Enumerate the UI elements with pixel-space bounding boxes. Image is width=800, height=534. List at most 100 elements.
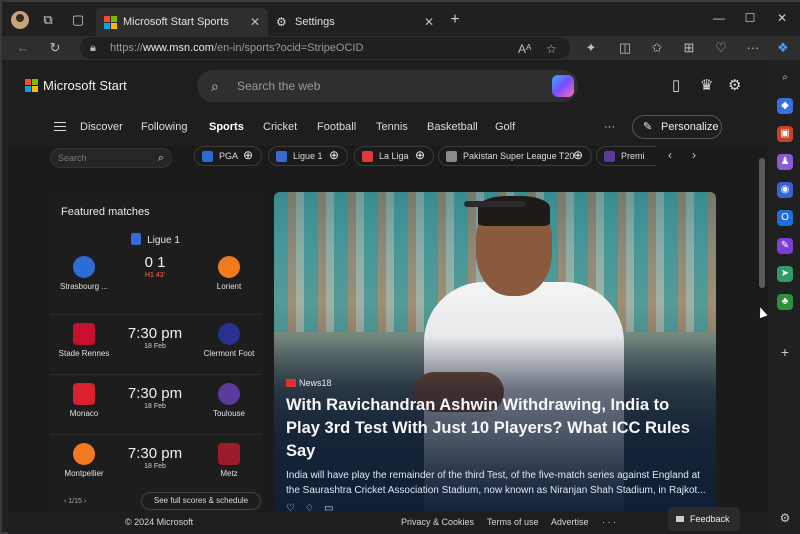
tools-icon[interactable]: ▣ <box>777 126 793 142</box>
read-aloud-icon[interactable]: Aᴬ <box>518 38 531 60</box>
tree-icon[interactable]: ♣ <box>777 294 793 310</box>
more-menu-icon[interactable]: ··· <box>744 40 762 55</box>
like-icon[interactable]: ♡ <box>286 503 305 512</box>
terms-link[interactable]: Terms of use <box>487 517 539 527</box>
chip-label: Premi <box>621 151 645 161</box>
advertise-link[interactable]: Advertise <box>551 517 589 527</box>
nav-golf[interactable]: Golf <box>495 121 515 133</box>
browser-essentials-icon[interactable]: ♡ <box>712 40 730 56</box>
away-team[interactable]: Lorient <box>194 256 264 291</box>
back-icon[interactable]: ← <box>14 40 32 55</box>
scrollbar-thumb[interactable] <box>759 158 765 288</box>
close-tab-icon[interactable]: ✕ <box>250 15 260 29</box>
profile-avatar[interactable] <box>11 11 29 29</box>
away-team[interactable]: Metz <box>194 443 264 478</box>
search-icon[interactable]: ⌕ <box>777 70 793 86</box>
footer-more[interactable]: · · · <box>602 517 616 527</box>
nav-discover[interactable]: Discover <box>80 121 123 133</box>
favorite-star-icon[interactable]: ☆ <box>546 38 557 60</box>
tab-microsoft-start-sports[interactable]: Microsoft Start Sports ✕ <box>96 8 268 36</box>
address-bar[interactable]: 🔒︎ https://www.msn.com/en-in/sports?ocid… <box>80 37 570 59</box>
minimize-icon[interactable]: — <box>711 11 727 25</box>
matches-pager[interactable]: ‹ 1/15 › <box>64 498 86 505</box>
privacy-link[interactable]: Privacy & Cookies <box>401 517 474 527</box>
outlook-icon[interactable]: O <box>777 210 793 226</box>
follow-plus-icon[interactable]: ⊕ <box>573 146 587 162</box>
away-team-name: Clermont Foot <box>203 349 255 358</box>
home-team[interactable]: Strasbourg ... <box>49 256 119 291</box>
copilot-search-icon[interactable] <box>552 75 574 97</box>
tab-settings[interactable]: ⚙ Settings ✕ <box>268 8 442 36</box>
follow-plus-icon[interactable]: ⊕ <box>415 146 429 162</box>
lock-icon[interactable]: 🔒︎ <box>90 37 96 59</box>
see-all-scores-button[interactable]: See full scores & schedule <box>141 492 261 510</box>
away-team[interactable]: Clermont Foot <box>194 323 264 358</box>
follow-plus-icon[interactable]: ⊕ <box>243 146 257 162</box>
nav-following[interactable]: Following <box>141 121 187 133</box>
designer-icon[interactable]: ✎ <box>777 238 793 254</box>
nav-sports[interactable]: Sports <box>209 121 244 133</box>
story-headline[interactable]: With Ravichandran Ashwin Withdrawing, In… <box>286 394 706 463</box>
split-screen-icon[interactable]: ◫ <box>616 40 634 56</box>
hero-story-card[interactable]: News18 With Ravichandran Ashwin Withdraw… <box>274 192 716 512</box>
dislike-icon[interactable]: ♢ <box>305 503 324 512</box>
web-search-box[interactable]: ⌕ Search the web <box>197 70 578 102</box>
personalize-button[interactable]: ✎ Personalize <box>632 115 722 139</box>
pga-logo-icon <box>202 151 213 162</box>
new-tab-icon[interactable]: + <box>447 12 463 28</box>
league-search-input[interactable]: Search ⌕ <box>50 148 172 168</box>
send-icon[interactable]: ➤ <box>777 266 793 282</box>
add-sidebar-app-icon[interactable]: + <box>777 344 793 360</box>
nav-basketball[interactable]: Basketball <box>427 121 478 133</box>
chips-next-chevron-icon[interactable]: › <box>692 148 696 162</box>
copilot-icon[interactable]: ❖ <box>774 40 792 56</box>
league-header[interactable]: Ligue 1 <box>49 233 262 246</box>
feedback-button[interactable]: Feedback <box>668 507 740 531</box>
vertical-tabs-icon[interactable]: ▢ <box>70 12 86 28</box>
microsoft-logo-icon[interactable] <box>25 79 38 92</box>
follow-plus-icon[interactable]: ⊕ <box>329 146 343 162</box>
chip-la-liga[interactable]: La Liga ⊕ <box>354 146 434 166</box>
page-settings-gear-icon[interactable]: ⚙ <box>728 76 741 94</box>
mobile-app-icon[interactable]: ▯ <box>672 76 680 94</box>
window-close-icon[interactable]: ✕ <box>774 11 790 25</box>
match-row[interactable]: Montpellier 7:30 pm 18 Feb Metz <box>49 434 262 492</box>
chip-psl[interactable]: Pakistan Super League T20 ⊕ <box>438 146 592 166</box>
extensions-icon[interactable]: ✦ <box>582 40 600 56</box>
brand-name[interactable]: Microsoft Start <box>43 78 127 93</box>
workspaces-icon[interactable]: ⧉ <box>40 12 56 28</box>
pager-next-icon[interactable]: › <box>84 498 86 505</box>
away-team[interactable]: Toulouse <box>194 383 264 418</box>
nav-more[interactable]: ··· <box>604 121 615 133</box>
chip-ligue-1[interactable]: Ligue 1 ⊕ <box>268 146 348 166</box>
chips-prev-chevron-icon[interactable]: ‹ <box>668 148 672 162</box>
shopping-icon[interactable]: ◆ <box>777 98 793 114</box>
home-team[interactable]: Monaco <box>49 383 119 418</box>
sidebar-settings-icon[interactable]: ⚙ <box>777 510 793 526</box>
match-row[interactable]: Strasbourg ... 0 1 H1 43' Lorient <box>49 254 262 312</box>
carousel-indicator[interactable] <box>464 201 526 207</box>
match-row[interactable]: Monaco 7:30 pm 18 Feb Toulouse <box>49 374 262 432</box>
games-icon[interactable]: ♟ <box>777 154 793 170</box>
home-team[interactable]: Stade Rennes <box>49 323 119 358</box>
rewards-trophy-icon[interactable]: ♛ <box>700 76 713 94</box>
story-source[interactable]: News18 <box>286 378 332 388</box>
maximize-icon[interactable]: ☐ <box>742 11 758 25</box>
chip-premier-league[interactable]: Premi <box>596 146 656 166</box>
hamburger-menu-icon[interactable] <box>54 122 66 131</box>
match-row[interactable]: Stade Rennes 7:30 pm 18 Feb Clermont Foo… <box>49 314 262 372</box>
nav-cricket[interactable]: Cricket <box>263 121 297 133</box>
chip-label: PGA <box>219 151 239 161</box>
nav-football[interactable]: Football <box>317 121 356 133</box>
collections-icon[interactable]: ⊞ <box>680 40 698 56</box>
comment-icon[interactable]: ▭ <box>324 503 343 512</box>
refresh-icon[interactable]: ↻ <box>46 40 64 56</box>
kickoff-time: 7:30 pm <box>127 385 183 402</box>
microsoft-365-icon[interactable]: ◉ <box>777 182 793 198</box>
psl-logo-icon <box>446 151 457 162</box>
home-team[interactable]: Montpellier <box>49 443 119 478</box>
favorites-icon[interactable]: ✩ <box>648 40 666 56</box>
nav-tennis[interactable]: Tennis <box>376 121 408 133</box>
chip-pga[interactable]: PGA ⊕ <box>194 146 262 166</box>
close-tab-icon[interactable]: ✕ <box>424 15 434 29</box>
